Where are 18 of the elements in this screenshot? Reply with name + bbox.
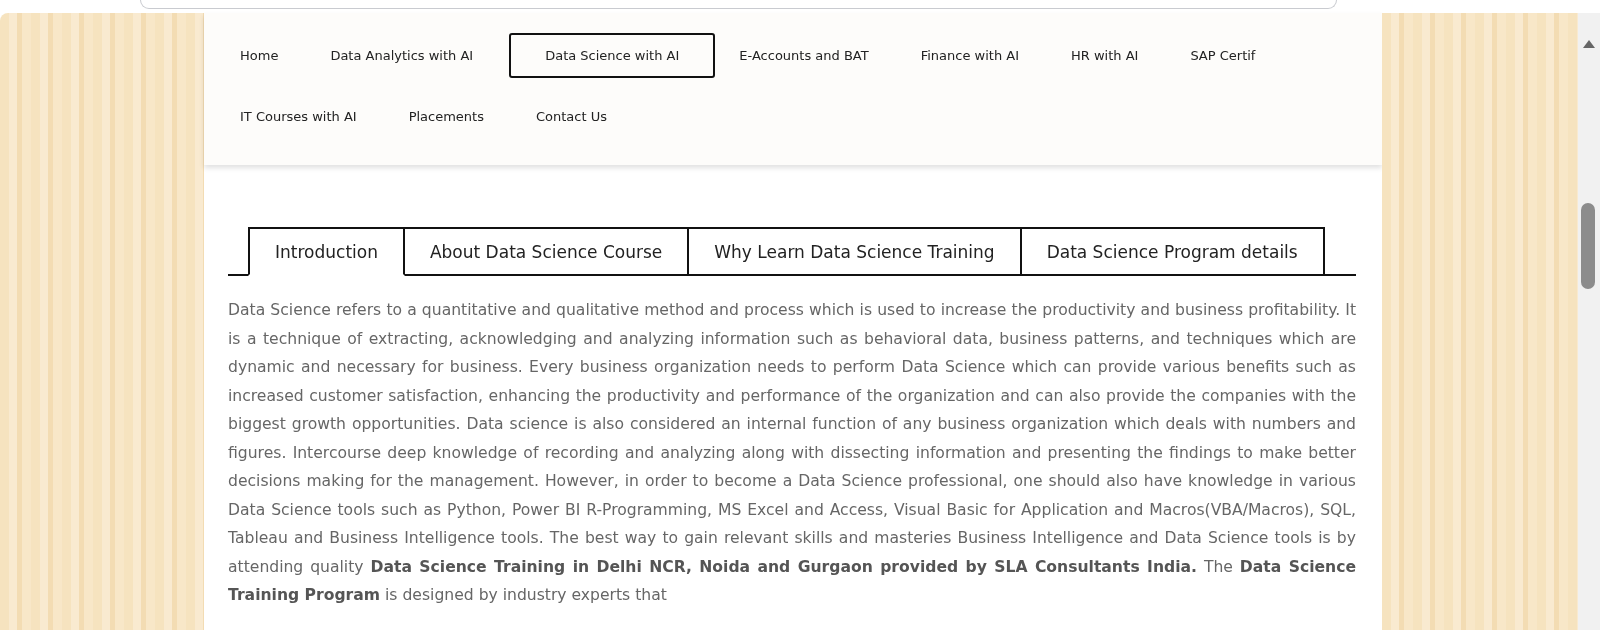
nav-link[interactable]: Data Analytics with AI [314,33,490,78]
nav-link[interactable]: E-Accounts and BAT [723,33,885,78]
scrollbar[interactable] [1578,13,1600,630]
nav-link[interactable]: Finance with AI [904,33,1035,78]
tab[interactable]: Data Science Program details [1021,227,1325,274]
nav-link[interactable]: Contact Us [520,94,623,139]
nav-link[interactable]: IT Courses with AI [224,94,373,139]
nav-link[interactable]: HR with AI [1055,33,1155,78]
tab[interactable]: About Data Science Course [404,227,690,274]
tab[interactable]: Why Learn Data Science Training [689,227,1022,274]
nav-link[interactable]: Home [224,33,295,78]
scrollbar-thumb[interactable] [1581,203,1595,289]
nav-link[interactable]: SAP Certif [1174,33,1272,78]
nav-link[interactable]: Placements [392,94,500,139]
up-arrow-icon[interactable] [1583,40,1595,48]
tab[interactable]: Introduction [248,227,405,276]
introduction-paragraph: Data Science refers to a quantitative and qualitative method and process which is used to increase the productivity and business profitability. It is a technique of extracting, acknowledging and analyzing information such as behavioral data, business patterns, and techniques which are dynamic and necessary for business. Every business organization needs to perform Data Science which can provide various benefits such as increased customer satisfaction, enhancing the productivity and performance of the organization and can also provide the companies with the biggest growth opportunities. Data science is also considered an internal function of any business organization which deals with numbers and figures. Intercourse deep knowledge of recording and analyzing along with dissecting information and presenting the findings to make better decisions making for the management. However, in order to become a Data Science professional, one should also have knowledge in various Data Science tools such as Python, Power BI R-Programming, MS Excel and Access, Visual Basic for Application and Macros(VBA/Macros), SQL, Tableau and Business Intelligence tools. The best way to gain relevant skills and masteries Business Intelligence and Data Science tools is by attending quality Data Science Training in Delhi NCR, Noida and Gurgaon provided by SLA Consultants India. The Data Science Training Program is designed by industry experts that [228,300,1356,606]
nav-link[interactable]: Data Science with AI [509,33,716,78]
